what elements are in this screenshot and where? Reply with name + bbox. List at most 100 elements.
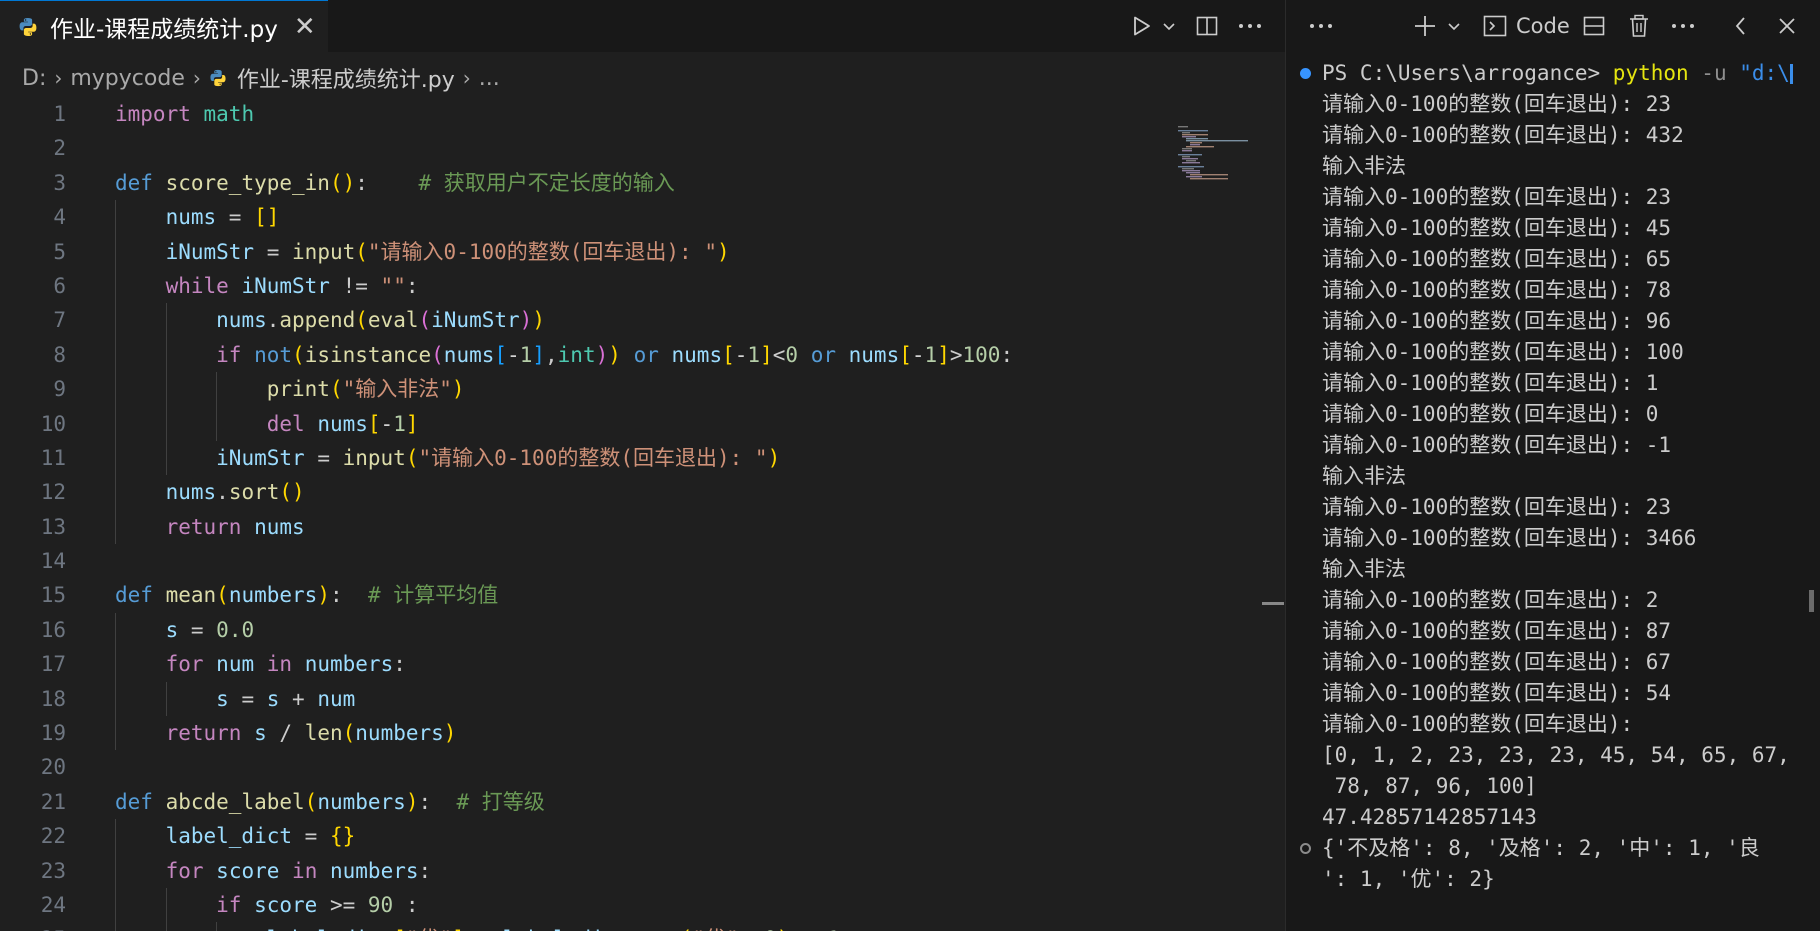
indent-guide — [115, 509, 116, 545]
terminal-profile-label: Code — [1516, 14, 1570, 38]
code-token: while — [165, 273, 229, 298]
code-text: label_dict["优"] = label_dict.get("优", 0)… — [115, 922, 840, 931]
code-token: nums — [671, 342, 723, 367]
code-line[interactable]: 6 while iNumStr != "": — [0, 268, 1180, 304]
code-line[interactable]: 8 if not(isinstance(nums[-1],int)) or nu… — [0, 337, 1180, 373]
code-line[interactable]: 22 label_dict = {} — [0, 819, 1180, 854]
code-line[interactable]: 4 nums = [] — [0, 200, 1180, 235]
code-token: : — [418, 789, 457, 814]
code-line[interactable]: 25 label_dict["优"] = label_dict.get("优",… — [0, 922, 1180, 931]
more-actions-icon[interactable] — [1670, 0, 1696, 52]
code-token: ) — [443, 721, 457, 746]
editor-tab[interactable]: 作业-课程成绩统计.py ✕ — [0, 0, 328, 52]
code-token: numbers — [228, 583, 318, 608]
code-editor[interactable]: 1 import math 2 3 def score_type_in(): # 获取用… — [0, 97, 1180, 931]
code-token: # 计算平均值 — [367, 583, 499, 608]
code-line[interactable]: 11 iNumStr = input("请输入0-100的整数(回车退出): "… — [0, 440, 1180, 476]
code-token: = — [216, 205, 255, 230]
breadcrumb-file[interactable]: 作业-课程成绩统计.py — [209, 62, 455, 94]
terminal-scroll-thumb[interactable] — [1809, 590, 1814, 612]
split-terminal-icon[interactable] — [1582, 0, 1606, 52]
editor-scroll-thumb[interactable] — [1262, 602, 1284, 605]
breadcrumb-drive[interactable]: D: — [22, 66, 46, 91]
code-token: input — [342, 445, 406, 470]
indent-guide — [115, 475, 116, 510]
code-token: 0 — [785, 342, 799, 367]
line-number: 3 — [53, 170, 66, 195]
code-line[interactable]: 23 for score in numbers: — [0, 853, 1180, 888]
close-icon[interactable]: ✕ — [294, 14, 316, 40]
trash-icon[interactable] — [1627, 0, 1651, 52]
prompt-argument: "d:\ — [1739, 61, 1790, 85]
terminal-line: 请输入0-100的整数(回车退出): 100 — [1322, 340, 1684, 364]
more-actions-icon[interactable] — [1308, 0, 1334, 52]
code-line[interactable]: 3 def score_type_in(): # 获取用户不定长度的输入 — [0, 166, 1180, 200]
close-icon[interactable] — [1776, 0, 1798, 52]
code-token: iNumStr — [241, 273, 330, 298]
code-line[interactable]: 5 iNumStr = input("请输入0-100的整数(回车退出): ") — [0, 234, 1180, 269]
code-token: . — [266, 308, 280, 333]
code-line[interactable]: 19 return s / len(numbers) — [0, 716, 1180, 751]
code-token: ( — [304, 789, 318, 814]
code-token: len — [304, 721, 343, 746]
code-line[interactable]: 7 nums.append(eval(iNumStr)) — [0, 303, 1180, 338]
code-line[interactable]: 24 if score >= 90 : — [0, 887, 1180, 923]
breadcrumb-folder[interactable]: mypycode — [70, 66, 185, 91]
terminal-line: 输入非法 — [1322, 154, 1406, 178]
code-line[interactable]: 1 import math — [0, 97, 1180, 131]
code-token: [ — [393, 927, 406, 931]
code-line[interactable]: 17 for num in numbers: — [0, 647, 1180, 682]
code-line[interactable]: 20 — [0, 750, 1180, 784]
code-text: del nums[-1] — [115, 407, 419, 441]
command-success-icon[interactable] — [1300, 68, 1311, 79]
code-line[interactable]: 14 — [0, 544, 1180, 578]
code-line[interactable]: 2 — [0, 131, 1180, 165]
chevron-down-icon[interactable] — [1446, 0, 1462, 52]
code-token: > — [949, 342, 963, 367]
code-token: ( — [329, 377, 343, 402]
code-line[interactable]: 9 print("输入非法") — [0, 372, 1180, 407]
code-token: . — [629, 927, 642, 931]
code-token: numbers — [330, 858, 419, 883]
more-actions-icon[interactable] — [1237, 14, 1263, 38]
code-text: for score in numbers: — [115, 854, 432, 888]
breadcrumb-symbol[interactable]: ... — [479, 66, 500, 91]
code-token: label_dict — [267, 927, 393, 931]
terminal-output[interactable]: PS C:\Users\arrogance> python -u "d:\ 请输… — [1286, 58, 1820, 931]
run-icon[interactable] — [1129, 14, 1153, 38]
command-pending-icon[interactable] — [1300, 843, 1311, 854]
code-line[interactable]: 15 def mean(numbers): # 计算平均值 — [0, 578, 1180, 612]
indent-guide — [115, 372, 116, 407]
code-token: ( — [329, 170, 343, 195]
line-number: 1 — [53, 102, 66, 126]
line-number: 13 — [40, 514, 66, 539]
code-line[interactable]: 18 s = s + num — [0, 681, 1180, 717]
code-token: , — [545, 342, 558, 367]
code-token: not — [254, 342, 293, 367]
code-line[interactable]: 10 del nums[-1] — [0, 406, 1180, 441]
code-token: if — [216, 892, 242, 917]
code-token: nums — [254, 514, 305, 539]
code-line[interactable]: 21 def abcde_label(numbers): # 打等级 — [0, 785, 1180, 819]
code-token: score_type_in — [165, 170, 330, 195]
chevron-down-icon[interactable] — [1161, 18, 1177, 34]
code-token: s — [165, 617, 179, 642]
code-text: for num in numbers: — [115, 647, 406, 681]
code-line[interactable]: 16 s = 0.0 — [0, 612, 1180, 648]
chevron-left-icon[interactable] — [1732, 0, 1750, 52]
new-terminal-icon[interactable] — [1412, 0, 1438, 52]
terminal-profile-button[interactable]: Code — [1482, 0, 1570, 52]
chevron-right-icon: › — [54, 66, 63, 90]
code-token: - — [380, 411, 394, 436]
code-line[interactable]: 12 nums.sort() — [0, 475, 1180, 510]
minimap[interactable] — [1170, 124, 1250, 184]
indent-guide — [115, 612, 116, 648]
editor-scrollbar[interactable] — [1262, 97, 1284, 931]
split-editor-icon[interactable] — [1195, 14, 1219, 38]
code-text: print("输入非法") — [115, 372, 465, 406]
code-line[interactable]: 13 return nums — [0, 509, 1180, 545]
